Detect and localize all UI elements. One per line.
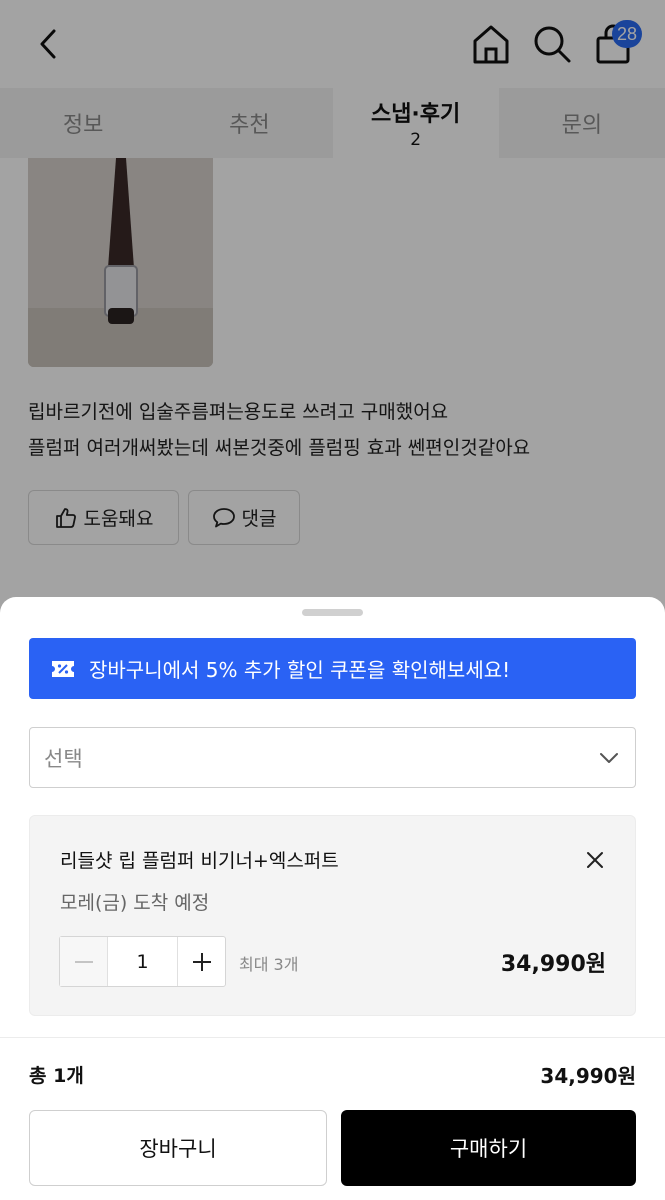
coupon-banner[interactable]: 장바구니에서 5% 추가 할인 쿠폰을 확인해보세요! xyxy=(29,638,636,699)
option-title: 리들샷 립 플럼퍼 비기너+엑스퍼트 xyxy=(60,850,339,872)
coupon-icon xyxy=(52,660,74,677)
total-count: 총 1개 xyxy=(29,1064,84,1087)
minus-icon xyxy=(74,960,93,963)
max-quantity-note: 최대 3개 xyxy=(239,955,299,974)
sheet-drag-handle[interactable] xyxy=(302,609,363,616)
option-select[interactable]: 선택 xyxy=(29,727,636,788)
chevron-down-icon xyxy=(600,752,618,763)
purchase-bottom-sheet: 장바구니에서 5% 추가 할인 쿠폰을 확인해보세요! 선택 리들샷 립 플럼퍼… xyxy=(0,597,665,1200)
add-to-cart-button[interactable]: 장바구니 xyxy=(29,1110,327,1186)
buy-now-button[interactable]: 구매하기 xyxy=(341,1110,636,1186)
remove-option-button[interactable] xyxy=(581,846,609,874)
quantity-increase-button[interactable] xyxy=(177,937,225,986)
total-row: 총 1개 34,990원 xyxy=(29,1059,636,1089)
select-placeholder: 선택 xyxy=(44,746,83,771)
quantity-value[interactable]: 1 xyxy=(108,937,177,986)
close-icon xyxy=(587,852,603,868)
total-price: 34,990원 xyxy=(540,1063,636,1088)
selected-option-card: 리들샷 립 플럼퍼 비기너+엑스퍼트 모레(금) 도착 예정 1 최대 3개 3… xyxy=(29,815,636,1016)
plus-icon xyxy=(192,952,211,971)
quantity-stepper: 1 xyxy=(59,936,226,987)
option-price: 34,990원 xyxy=(500,952,606,977)
coupon-text: 장바구니에서 5% 추가 할인 쿠폰을 확인해보세요! xyxy=(89,658,511,682)
quantity-decrease-button[interactable] xyxy=(60,937,108,986)
divider xyxy=(0,1037,665,1038)
delivery-estimate: 모레(금) 도착 예정 xyxy=(60,892,210,914)
